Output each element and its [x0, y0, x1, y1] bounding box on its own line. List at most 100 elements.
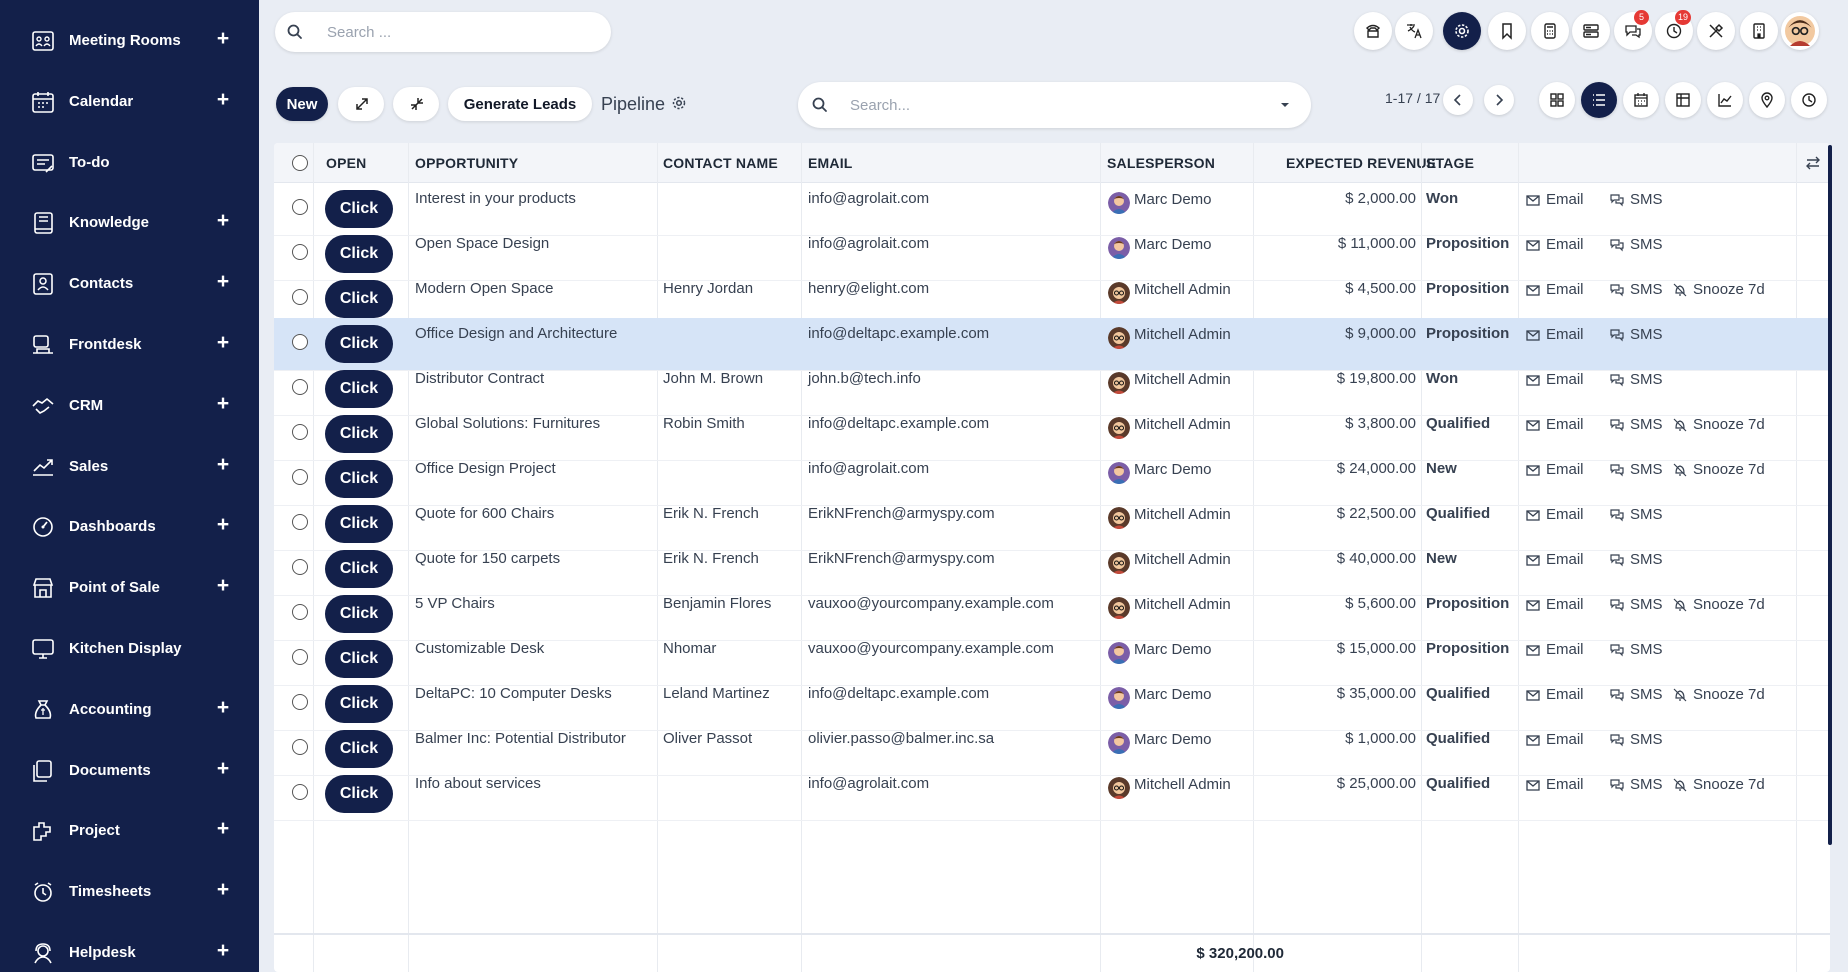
graph-view-button[interactable]	[1707, 82, 1743, 118]
email-action[interactable]: Email	[1526, 326, 1584, 343]
row-checkbox[interactable]	[292, 604, 308, 620]
open-click-button[interactable]: Click	[325, 190, 393, 228]
row-checkbox[interactable]	[292, 514, 308, 530]
row-checkbox[interactable]	[292, 289, 308, 305]
row-checkbox[interactable]	[292, 334, 308, 350]
sidebar-item-sales[interactable]: Sales +	[0, 437, 259, 497]
row-checkbox[interactable]	[292, 469, 308, 485]
row-checkbox[interactable]	[292, 694, 308, 710]
row-checkbox[interactable]	[292, 379, 308, 395]
select-all-checkbox[interactable]	[292, 155, 308, 171]
sms-action[interactable]: SMS	[1610, 326, 1663, 343]
email-action[interactable]: Email	[1526, 551, 1584, 568]
translate-button[interactable]	[1395, 12, 1433, 50]
sms-action[interactable]: SMS	[1610, 686, 1663, 703]
pager-next-button[interactable]	[1484, 85, 1514, 115]
chevron-down-icon[interactable]	[1278, 98, 1292, 112]
sms-action[interactable]: SMS	[1610, 776, 1663, 793]
sidebar-item-project[interactable]: Project +	[0, 801, 259, 861]
column-settings-icon[interactable]	[1805, 155, 1821, 171]
plus-icon[interactable]: +	[213, 815, 233, 843]
snooze-action[interactable]: Snooze 7d	[1673, 461, 1765, 478]
plus-icon[interactable]: +	[213, 390, 233, 418]
plus-icon[interactable]: +	[213, 572, 233, 600]
sms-action[interactable]: SMS	[1610, 731, 1663, 748]
sidebar-item-accounting[interactable]: Accounting +	[0, 680, 259, 740]
row-checkbox[interactable]	[292, 424, 308, 440]
email-action[interactable]: Email	[1526, 506, 1584, 523]
kanban-view-button[interactable]	[1539, 82, 1575, 118]
sms-action[interactable]: SMS	[1610, 461, 1663, 478]
row-checkbox[interactable]	[292, 244, 308, 260]
sms-action[interactable]: SMS	[1610, 236, 1663, 253]
snooze-action[interactable]: Snooze 7d	[1673, 686, 1765, 703]
column-header-email[interactable]: EMAIL	[808, 155, 853, 171]
sidebar-item-dashboards[interactable]: Dashboards +	[0, 497, 259, 557]
pager-previous-button[interactable]	[1443, 85, 1473, 115]
row-checkbox[interactable]	[292, 649, 308, 665]
email-action[interactable]: Email	[1526, 596, 1584, 613]
snooze-action[interactable]: Snooze 7d	[1673, 281, 1765, 298]
open-click-button[interactable]: Click	[325, 460, 393, 498]
email-action[interactable]: Email	[1526, 641, 1584, 658]
plus-icon[interactable]: +	[213, 876, 233, 904]
calendar-view-button[interactable]	[1623, 82, 1659, 118]
pivot-view-button[interactable]	[1665, 82, 1701, 118]
snooze-action[interactable]: Snooze 7d	[1673, 596, 1765, 613]
plus-icon[interactable]: +	[213, 268, 233, 296]
column-header-contact-name[interactable]: CONTACT NAME	[663, 155, 778, 171]
sidebar-item-meeting-rooms[interactable]: Meeting Rooms +	[0, 11, 259, 71]
scrollbar[interactable]	[1828, 145, 1832, 845]
calculator-button[interactable]	[1531, 12, 1569, 50]
open-click-button[interactable]: Click	[325, 775, 393, 813]
open-click-button[interactable]: Click	[325, 730, 393, 768]
column-header-salesperson[interactable]: SALESPERSON	[1107, 155, 1215, 171]
email-action[interactable]: Email	[1526, 686, 1584, 703]
sidebar-item-helpdesk[interactable]: Helpdesk +	[0, 923, 259, 972]
email-action[interactable]: Email	[1526, 731, 1584, 748]
global-search[interactable]	[275, 12, 611, 52]
plus-icon[interactable]: +	[213, 451, 233, 479]
open-click-button[interactable]: Click	[325, 505, 393, 543]
open-click-button[interactable]: Click	[325, 685, 393, 723]
open-click-button[interactable]: Click	[325, 280, 393, 318]
email-action[interactable]: Email	[1526, 416, 1584, 433]
tools-button[interactable]	[1697, 12, 1735, 50]
pager-value[interactable]: 1-17 / 17	[1385, 90, 1440, 106]
activities-button[interactable]: 19	[1655, 10, 1693, 50]
email-action[interactable]: Email	[1526, 191, 1584, 208]
sms-action[interactable]: SMS	[1610, 551, 1663, 568]
plus-icon[interactable]: +	[213, 755, 233, 783]
open-click-button[interactable]: Click	[325, 640, 393, 678]
collapse-button[interactable]	[393, 87, 439, 121]
sidebar-item-frontdesk[interactable]: Frontdesk +	[0, 315, 259, 375]
column-header-stage[interactable]: STAGE	[1426, 155, 1474, 171]
sidebar-item-calendar[interactable]: Calendar +	[0, 72, 259, 132]
open-click-button[interactable]: Click	[325, 550, 393, 588]
column-header-open[interactable]: OPEN	[326, 155, 366, 171]
snooze-action[interactable]: Snooze 7d	[1673, 416, 1765, 433]
plus-icon[interactable]: +	[213, 329, 233, 357]
row-checkbox[interactable]	[292, 199, 308, 215]
sidebar-item-crm[interactable]: CRM +	[0, 376, 259, 436]
server-button[interactable]	[1572, 12, 1610, 50]
open-click-button[interactable]: Click	[325, 595, 393, 633]
email-action[interactable]: Email	[1526, 461, 1584, 478]
new-button[interactable]: New	[276, 87, 328, 121]
sidebar-item-knowledge[interactable]: Knowledge +	[0, 193, 259, 253]
plus-icon[interactable]: +	[213, 207, 233, 235]
sms-action[interactable]: SMS	[1610, 416, 1663, 433]
settings-button[interactable]	[1443, 12, 1481, 50]
sms-action[interactable]: SMS	[1610, 596, 1663, 613]
plus-icon[interactable]: +	[213, 694, 233, 722]
sms-action[interactable]: SMS	[1610, 371, 1663, 388]
plus-icon[interactable]: +	[213, 937, 233, 965]
plus-icon[interactable]: +	[213, 86, 233, 114]
sidebar-item-todo[interactable]: To-do	[0, 133, 259, 193]
sidebar-item-point-of-sale[interactable]: Point of Sale +	[0, 558, 259, 618]
open-click-button[interactable]: Click	[325, 325, 393, 363]
sidebar-item-documents[interactable]: Documents +	[0, 741, 259, 801]
breadcrumb-pipeline[interactable]: Pipeline	[601, 94, 665, 115]
plus-icon[interactable]: +	[213, 511, 233, 539]
row-checkbox[interactable]	[292, 559, 308, 575]
